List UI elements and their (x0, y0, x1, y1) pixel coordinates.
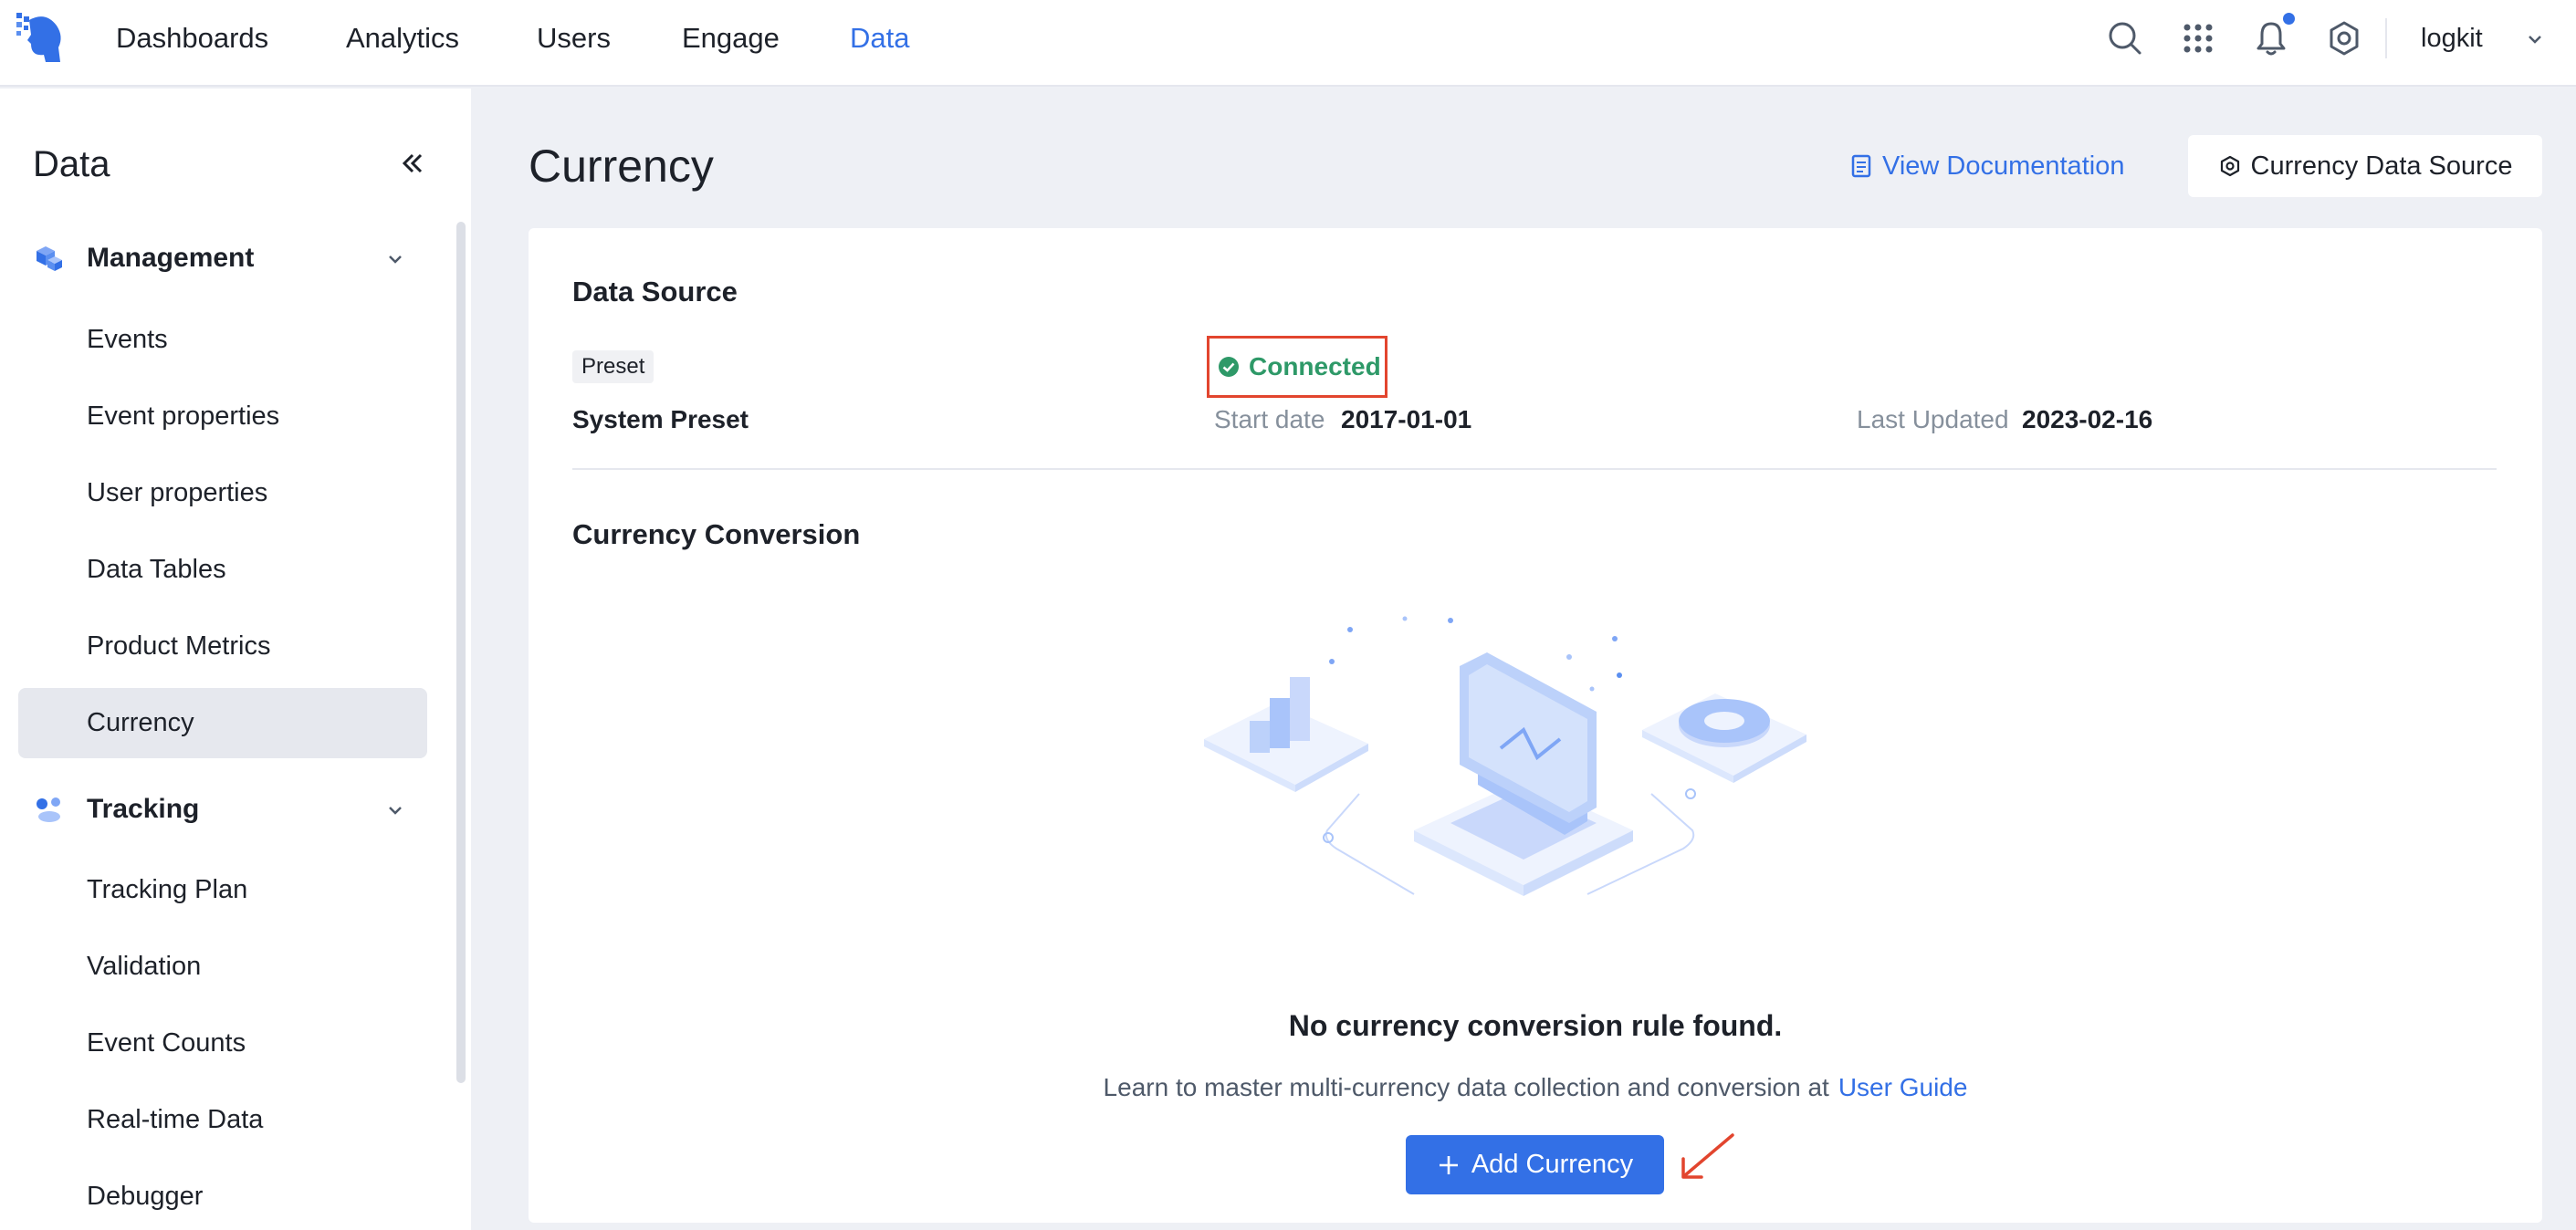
empty-state-description: Learn to master multi-currency data coll… (529, 1069, 2542, 1106)
user-menu[interactable]: logkit (2421, 20, 2483, 57)
connection-status: Connected (1207, 336, 1387, 398)
document-icon (1851, 154, 1871, 178)
settings-gear-icon (2220, 155, 2239, 177)
sidebar-item-debugger[interactable]: Debugger (87, 1178, 203, 1214)
plus-icon (1439, 1155, 1458, 1174)
notification-bell-icon[interactable] (2251, 18, 2291, 58)
empty-state-illustration (1204, 616, 1806, 896)
section-divider (572, 468, 2497, 470)
add-currency-button[interactable]: Add Currency (1406, 1135, 1664, 1194)
chevron-down-icon[interactable] (385, 800, 405, 820)
top-navigation-bar: Dashboards Analytics Users Engage Data l… (0, 0, 2576, 87)
last-updated-value: 2023-02-16 (2022, 405, 2153, 433)
sidebar-item-currency[interactable]: Currency (87, 704, 194, 741)
connection-status-text: Connected (1249, 352, 1381, 380)
start-date-value: 2017-01-01 (1341, 405, 1472, 433)
empty-state-title: No currency conversion rule found. (1288, 1009, 1783, 1042)
nav-engage[interactable]: Engage (682, 20, 780, 57)
nav-analytics[interactable]: Analytics (346, 20, 459, 57)
sidebar-item-data-tables[interactable]: Data Tables (87, 551, 226, 588)
collapse-sidebar-icon[interactable] (396, 147, 429, 180)
sidebar-group-label: Management (87, 243, 255, 273)
preset-tag: Preset (572, 350, 654, 383)
apps-grid-icon[interactable] (2178, 18, 2218, 58)
view-documentation-link[interactable]: View Documentation (1851, 148, 2124, 184)
sidebar-active-highlight[interactable] (18, 688, 427, 758)
last-updated-label: Last Updated (1857, 405, 2009, 433)
cube-stack-icon (37, 246, 62, 271)
sidebar-item-event-properties[interactable]: Event properties (87, 398, 279, 434)
user-guide-link[interactable]: User Guide (1838, 1073, 1968, 1101)
sidebar-item-product-metrics[interactable]: Product Metrics (87, 628, 270, 664)
sidebar-item-events[interactable]: Events (87, 321, 168, 358)
sidebar-item-validation[interactable]: Validation (87, 948, 201, 985)
chevron-down-icon[interactable] (2525, 29, 2545, 49)
empty-state-description-text: Learn to master multi-currency data coll… (1103, 1073, 1829, 1101)
sidebar-group-tracking[interactable]: Tracking (33, 782, 416, 837)
sidebar-group-label: Tracking (87, 794, 200, 824)
sidebar-item-tracking-plan[interactable]: Tracking Plan (87, 871, 247, 908)
sidebar-item-event-counts[interactable]: Event Counts (87, 1025, 246, 1061)
chevron-down-icon[interactable] (385, 249, 405, 269)
sidebar-item-user-properties[interactable]: User properties (87, 474, 267, 511)
page-title: Currency (529, 141, 714, 192)
add-currency-label: Add Currency (1471, 1150, 1634, 1179)
nav-users[interactable]: Users (537, 20, 611, 57)
nav-divider (2385, 18, 2387, 58)
annotation-arrow-icon (1681, 1133, 1734, 1179)
sidebar-item-real-time-data[interactable]: Real-time Data (87, 1101, 263, 1138)
currency-data-source-label: Currency Data Source (2250, 151, 2513, 181)
view-documentation-label: View Documentation (1882, 151, 2125, 181)
nav-data[interactable]: Data (850, 20, 909, 57)
sidebar-scrollbar[interactable] (456, 222, 466, 1083)
check-circle-icon (1219, 357, 1239, 377)
search-icon[interactable] (2105, 18, 2145, 58)
nav-dashboards[interactable]: Dashboards (116, 20, 268, 57)
sidebar-group-management[interactable]: Management (33, 231, 416, 286)
settings-gear-icon[interactable] (2324, 18, 2364, 58)
currency-conversion-title: Currency Conversion (572, 518, 861, 550)
sidebar-title: Data (33, 144, 110, 184)
start-date-label: Start date (1214, 405, 1325, 433)
currency-card: Data Source Preset System Preset Connect… (529, 228, 2542, 1223)
data-source-name: System Preset (572, 405, 749, 433)
data-source-title: Data Source (572, 276, 738, 308)
notification-badge (2283, 13, 2295, 25)
app-logo-icon[interactable] (15, 11, 68, 66)
tracking-dots-icon (37, 797, 60, 822)
sidebar: Data Management Events Event properties … (0, 89, 471, 1230)
currency-data-source-button[interactable]: Currency Data Source (2188, 135, 2542, 197)
